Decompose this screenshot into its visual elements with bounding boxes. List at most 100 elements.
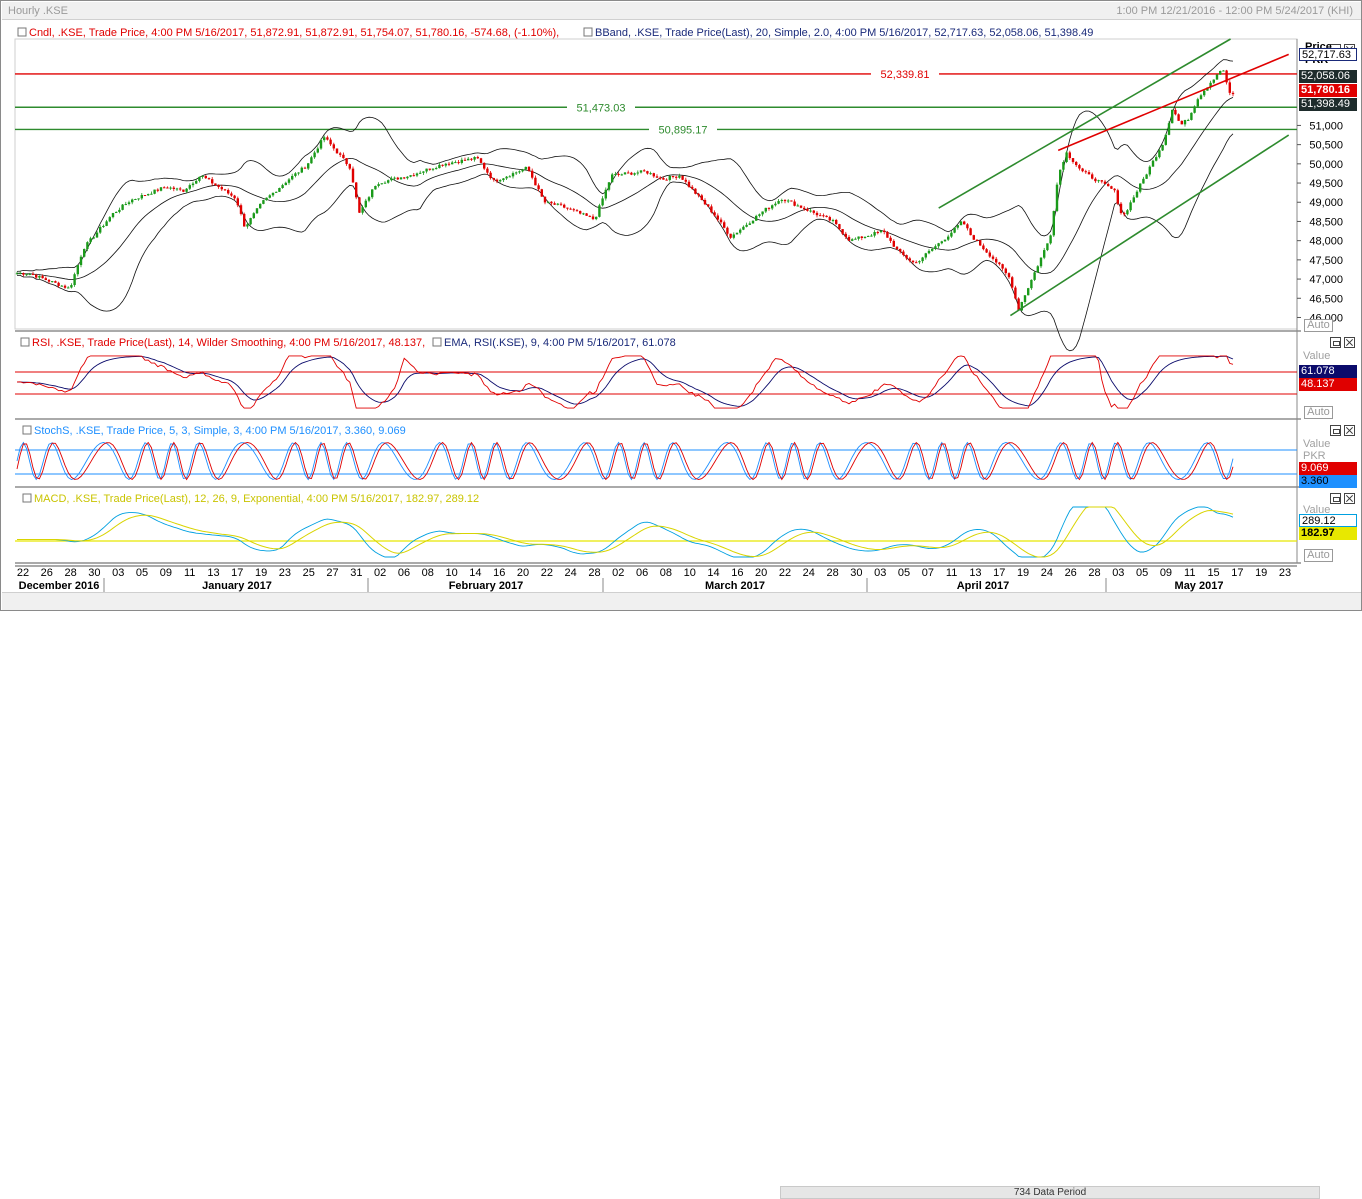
stoch-tag-k: 3.360 — [1299, 475, 1357, 488]
candle-body — [1155, 157, 1158, 161]
candle-body — [1023, 295, 1027, 302]
candle-body — [559, 203, 563, 205]
rsi-close-icon[interactable] — [1344, 337, 1355, 348]
candle-body — [140, 195, 143, 199]
candle-body — [387, 180, 390, 183]
stoch-legend-icon — [22, 425, 32, 435]
candle-body — [499, 180, 502, 182]
x-month-label-3: March 2017 — [705, 580, 765, 592]
candle-body — [633, 173, 636, 175]
candle-body — [233, 195, 236, 199]
x-month-label-5: May 2017 — [1175, 580, 1224, 592]
candle-body — [332, 144, 335, 149]
rsi-restore-icon[interactable] — [1330, 337, 1341, 348]
candle-body — [931, 248, 934, 251]
candle-body — [351, 168, 355, 183]
candle-body — [524, 166, 527, 170]
candle-body — [1183, 119, 1187, 125]
candle-body — [991, 256, 995, 259]
candle-body — [521, 169, 524, 172]
rsi-auto-button[interactable]: Auto — [1304, 406, 1333, 419]
candle-body — [268, 195, 271, 198]
macd-legend-icon — [22, 493, 32, 503]
candle-body — [307, 163, 310, 169]
candle-body — [31, 273, 35, 275]
x-tick-label-38: 07 — [922, 567, 934, 579]
candle-body — [1193, 106, 1196, 113]
candle-body — [51, 281, 54, 283]
candle-body — [419, 172, 422, 174]
candle-body — [822, 215, 825, 217]
candle-body — [963, 221, 966, 225]
stoch-restore-icon[interactable] — [1330, 425, 1341, 436]
candle-body — [1203, 90, 1206, 96]
x-month-label-1: January 2017 — [202, 580, 272, 592]
candle-body — [425, 168, 428, 172]
candle-body — [28, 273, 31, 275]
candle-body — [137, 198, 140, 200]
candle-body — [163, 187, 166, 189]
candle-body — [883, 230, 886, 233]
candle-body — [889, 237, 892, 241]
candle-body — [643, 170, 646, 172]
x-tick-label-45: 28 — [1088, 567, 1100, 579]
candle-body — [1119, 203, 1123, 214]
candle-body — [1030, 279, 1033, 289]
candle-body — [774, 203, 777, 206]
candle-body — [300, 167, 303, 173]
candle-body — [1017, 298, 1020, 311]
candle-body — [831, 219, 835, 221]
candle-body — [1011, 277, 1014, 288]
x-tick-label-15: 02 — [374, 567, 386, 579]
macd-restore-icon[interactable] — [1330, 493, 1341, 504]
candle-body — [287, 179, 291, 183]
candle-body — [575, 210, 579, 212]
x-tick-label-2: 28 — [64, 567, 76, 579]
stoch-close-icon[interactable] — [1344, 425, 1355, 436]
candle-body — [809, 210, 812, 212]
x-month-label-0: December 2016 — [19, 580, 100, 592]
candle-body — [979, 240, 982, 246]
chart-canvas[interactable]: Cndl, .KSE, Trade Price, 4:00 PM 5/16/20… — [1, 1, 1362, 612]
candle-body — [1190, 112, 1193, 120]
candle-body — [892, 240, 895, 247]
candle-body — [707, 204, 710, 207]
candle-body — [1087, 172, 1091, 175]
candle-body — [284, 182, 287, 186]
candle-body — [348, 164, 351, 169]
candle-body — [569, 208, 572, 210]
candle-body — [780, 200, 783, 202]
candle-body — [719, 219, 723, 223]
rsi-line — [16, 355, 1234, 409]
level-label-2: 50,895.17 — [659, 124, 708, 136]
candle-body — [972, 235, 975, 240]
x-tick-label-9: 17 — [231, 567, 243, 579]
candle-body — [1007, 273, 1011, 278]
price-auto-button[interactable]: Auto — [1304, 319, 1333, 332]
y-tick-label-3: 47,500 — [1309, 255, 1343, 267]
x-tick-label-24: 28 — [588, 567, 600, 579]
x-tick-label-4: 03 — [112, 567, 124, 579]
macd-close-icon[interactable] — [1344, 493, 1355, 504]
candle-body — [259, 203, 262, 209]
candle-body — [60, 285, 63, 287]
candle-body — [550, 201, 553, 204]
candle-body — [902, 251, 905, 256]
candle-body — [988, 252, 991, 257]
x-month-label-2: February 2017 — [449, 580, 524, 592]
candle-body — [486, 168, 489, 173]
candle-body — [975, 239, 979, 241]
x-tick-label-51: 17 — [1231, 567, 1243, 579]
candle-body — [355, 182, 358, 198]
candle-body — [1199, 95, 1203, 100]
candle-body — [345, 158, 348, 165]
horizontal-scrollbar[interactable]: 734 Data Period — [780, 1186, 1320, 1199]
macd-auto-button[interactable]: Auto — [1304, 549, 1333, 562]
candle-body — [620, 174, 623, 176]
resistance-trend-line — [1057, 53, 1290, 152]
candle-body — [806, 209, 809, 211]
candle-body — [236, 198, 239, 206]
candle-body — [335, 148, 339, 154]
candle-body — [1084, 171, 1087, 173]
candle-body — [591, 216, 595, 220]
